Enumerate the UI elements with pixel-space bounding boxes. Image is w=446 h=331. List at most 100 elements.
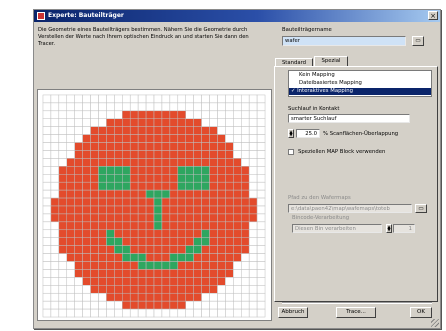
wafer-die[interactable] <box>82 221 91 231</box>
wafer-die[interactable] <box>161 181 171 191</box>
wafer-die[interactable] <box>90 261 99 270</box>
wafer-cell[interactable] <box>50 189 60 199</box>
wafer-die[interactable] <box>233 221 242 231</box>
wafer-die[interactable] <box>153 126 163 135</box>
wafer-cell[interactable] <box>248 300 258 310</box>
wafer-die[interactable] <box>217 197 226 207</box>
wafer-die[interactable] <box>129 245 139 254</box>
wafer-cell[interactable] <box>98 292 107 302</box>
wafer-cell[interactable] <box>217 102 226 112</box>
wafer-die[interactable] <box>169 277 179 286</box>
wafer-die[interactable] <box>106 285 115 294</box>
wafer-cell[interactable] <box>58 261 68 270</box>
wafer-die[interactable] <box>169 269 179 278</box>
wafer-die[interactable] <box>217 261 226 270</box>
wafer-die[interactable] <box>217 134 226 143</box>
wafer-die[interactable] <box>193 261 202 270</box>
wafer-die[interactable] <box>106 181 115 191</box>
wafer-die[interactable] <box>82 166 91 175</box>
wafer-die[interactable] <box>161 174 171 183</box>
wafer-die[interactable] <box>145 277 155 286</box>
wafer-cell[interactable] <box>201 300 210 310</box>
wafer-die[interactable] <box>90 237 99 246</box>
wafer-cell[interactable] <box>256 189 266 199</box>
wafer-die[interactable] <box>98 237 107 246</box>
wafer-cell[interactable] <box>74 118 83 127</box>
wafer-die[interactable] <box>233 213 242 223</box>
wafer-die[interactable] <box>193 221 202 231</box>
wafer-die[interactable] <box>209 213 218 223</box>
wafer-die[interactable] <box>240 197 250 207</box>
wafer-die[interactable] <box>137 221 147 231</box>
wafer-cell[interactable] <box>169 102 179 112</box>
wafer-die[interactable] <box>201 213 210 223</box>
wafer-die[interactable] <box>217 253 226 262</box>
wafer-die[interactable] <box>217 189 226 199</box>
wafer-die[interactable] <box>74 158 83 167</box>
wafer-die[interactable] <box>74 189 83 199</box>
wafer-cell[interactable] <box>256 269 266 278</box>
wafer-die[interactable] <box>177 237 186 246</box>
wafer-die[interactable] <box>209 269 218 278</box>
wafer-die[interactable] <box>193 197 202 207</box>
wafer-cell[interactable] <box>114 110 123 119</box>
wafer-die[interactable] <box>169 213 179 223</box>
wafer-cell[interactable] <box>74 102 83 112</box>
wafer-die[interactable] <box>106 261 115 270</box>
wafer-cell[interactable] <box>42 229 52 238</box>
wafer-cell[interactable] <box>248 102 258 112</box>
wafer-die[interactable] <box>177 189 186 199</box>
wafer-die[interactable] <box>240 174 250 183</box>
wafer-cell[interactable] <box>248 110 258 119</box>
wafer-die[interactable] <box>129 277 139 286</box>
wafer-cell[interactable] <box>90 300 99 310</box>
wafer-cell[interactable] <box>161 102 171 112</box>
wafer-cell[interactable] <box>225 292 234 302</box>
wafer-cell[interactable] <box>50 300 60 310</box>
wafer-cell[interactable] <box>217 94 226 104</box>
wafer-cell[interactable] <box>98 102 107 112</box>
wafer-die[interactable] <box>217 150 226 159</box>
wafer-die[interactable] <box>248 197 258 207</box>
wafer-cell[interactable] <box>233 142 242 151</box>
wafer-die[interactable] <box>185 205 194 215</box>
wafer-die[interactable] <box>82 253 91 262</box>
wafer-die[interactable] <box>185 261 194 270</box>
wafer-cell[interactable] <box>233 134 242 143</box>
wafer-die[interactable] <box>161 213 171 223</box>
wafer-cell[interactable] <box>90 118 99 127</box>
wafer-cell[interactable] <box>233 300 242 310</box>
wafer-die[interactable] <box>58 174 68 183</box>
trace-button[interactable]: Trace... <box>336 307 376 318</box>
wafer-cell[interactable] <box>209 94 218 104</box>
wafer-die[interactable] <box>209 197 218 207</box>
wafer-cell[interactable] <box>240 94 250 104</box>
wafer-cell[interactable] <box>209 110 218 119</box>
wafer-cell[interactable] <box>137 102 147 112</box>
wafer-die[interactable] <box>106 134 115 143</box>
wafer-die[interactable] <box>201 158 210 167</box>
wafer-cell[interactable] <box>248 269 258 278</box>
wafer-die[interactable] <box>233 237 242 246</box>
wafer-die[interactable] <box>225 205 234 215</box>
wafer-die[interactable] <box>177 205 186 215</box>
wafer-cell[interactable] <box>256 158 266 167</box>
wafer-die[interactable] <box>122 221 131 231</box>
wafer-die[interactable] <box>98 269 107 278</box>
wafer-die[interactable] <box>209 126 218 135</box>
wafer-cell[interactable] <box>217 285 226 294</box>
wafer-cell[interactable] <box>74 110 83 119</box>
wafer-cell[interactable] <box>90 110 99 119</box>
wafer-die[interactable] <box>106 197 115 207</box>
wafer-die[interactable] <box>185 253 194 262</box>
wafer-cell[interactable] <box>233 261 242 270</box>
wafer-die[interactable] <box>58 205 68 215</box>
wafer-cell[interactable] <box>256 221 266 231</box>
wafer-die[interactable] <box>153 261 163 270</box>
wafer-die[interactable] <box>106 213 115 223</box>
wafer-cell[interactable] <box>256 134 266 143</box>
wafer-die[interactable] <box>240 245 250 254</box>
wafer-cell[interactable] <box>248 166 258 175</box>
wafer-cell[interactable] <box>248 174 258 183</box>
wafer-cell[interactable] <box>233 102 242 112</box>
